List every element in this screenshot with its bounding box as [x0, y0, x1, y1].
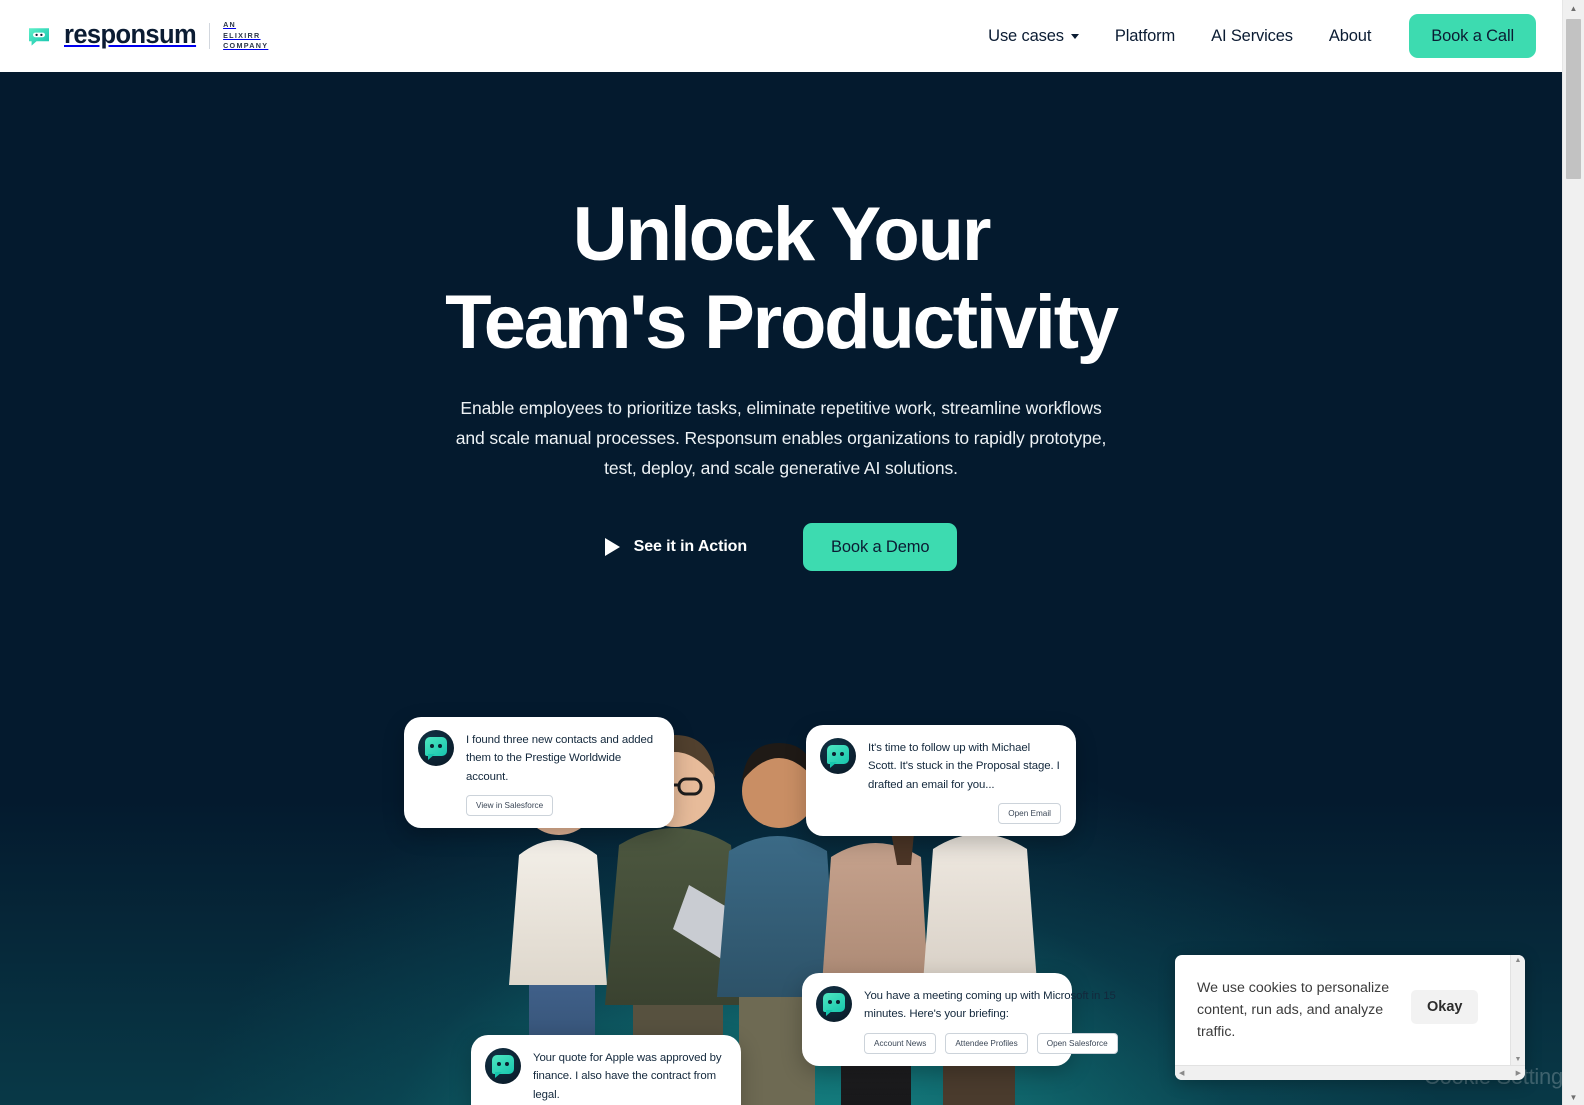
nav-label-ai-services: AI Services: [1211, 26, 1293, 45]
bot-avatar-icon: [418, 730, 454, 766]
cookie-banner-vertical-scrollbar[interactable]: ▲ ▼: [1510, 955, 1525, 1065]
nav-item-use-cases[interactable]: Use cases: [970, 27, 1097, 46]
cookie-banner-horizontal-scrollbar[interactable]: ◀ ▶: [1175, 1065, 1525, 1080]
logo-tagline-line-2: ELIXIRR: [223, 30, 261, 40]
scroll-left-icon: ◀: [1179, 1069, 1185, 1077]
scrollbar-down-arrow-icon[interactable]: ▼: [1563, 1089, 1584, 1105]
nav-item-ai-services[interactable]: AI Services: [1193, 27, 1311, 46]
logo-wordmark: responsum: [64, 21, 197, 50]
logo-tagline: AN ELIXIRR COMPANY: [223, 20, 268, 51]
logo-tagline-line-1: AN: [223, 20, 237, 30]
hero-title-line-1: Unlock Your: [572, 192, 992, 277]
chat-card-contacts: I found three new contacts and added the…: [404, 717, 674, 829]
nav-item-platform[interactable]: Platform: [1097, 27, 1193, 46]
scroll-up-icon: ▲: [1514, 957, 1522, 964]
hero-actions: See it in Action Book a Demo: [0, 523, 1562, 572]
attendee-profiles-button[interactable]: Attendee Profiles: [945, 1032, 1028, 1054]
hero-title-line-2: Team's Productivity: [445, 280, 1119, 365]
page-title: Unlock Your Team's Productivity: [0, 197, 1562, 361]
cookie-accept-button[interactable]: Okay: [1411, 990, 1479, 1024]
nav-label-use-cases: Use cases: [988, 26, 1064, 45]
cookie-consent-banner: We use cookies to personalize content, r…: [1175, 955, 1525, 1080]
account-news-button[interactable]: Account News: [864, 1032, 937, 1054]
scrollbar-up-arrow-icon[interactable]: ▲: [1563, 0, 1584, 16]
view-in-salesforce-button[interactable]: View in Salesforce: [466, 795, 554, 817]
open-email-button[interactable]: Open Email: [998, 803, 1061, 825]
chevron-down-icon: [1070, 33, 1079, 39]
chat-card-quote: Your quote for Apple was approved by fin…: [471, 1035, 741, 1105]
chat-card-body: It's time to follow up with Michael Scot…: [868, 738, 1061, 825]
logo-divider: [209, 23, 211, 49]
chat-card-body: Your quote for Apple was approved by fin…: [533, 1048, 726, 1105]
bot-avatar-icon: [485, 1048, 521, 1084]
chat-bubble-robot-icon: [27, 24, 51, 48]
cookie-message: We use cookies to personalize content, r…: [1197, 980, 1390, 1041]
chat-card-body: You have a meeting coming up with Micros…: [864, 986, 1118, 1054]
book-a-demo-button[interactable]: Book a Demo: [803, 523, 958, 572]
chat-card-meeting: You have a meeting coming up with Micros…: [802, 973, 1118, 1066]
cookie-banner-content: We use cookies to personalize content, r…: [1175, 955, 1525, 1055]
page-viewport: responsum AN ELIXIRR COMPANY Use cases P…: [0, 0, 1562, 1105]
nav-label-about: About: [1328, 26, 1372, 45]
scroll-right-icon: ▶: [1515, 1069, 1521, 1077]
hero-subtitle: Enable employees to prioritize tasks, el…: [455, 398, 1107, 479]
see-it-in-action-link[interactable]: See it in Action: [604, 538, 748, 557]
scrollbar-thumb[interactable]: [1566, 19, 1581, 179]
see-it-in-action-label: See it in Action: [633, 538, 748, 556]
chat-card-followup: It's time to follow up with Michael Scot…: [806, 725, 1076, 837]
chat-card-text: Your quote for Apple was approved by fin…: [533, 1052, 722, 1101]
open-salesforce-button[interactable]: Open Salesforce: [1036, 1032, 1118, 1054]
chat-card-body: I found three new contacts and added the…: [466, 730, 659, 817]
scroll-down-icon: ▼: [1514, 1056, 1522, 1063]
nav-label-platform: Platform: [1114, 26, 1176, 45]
bot-avatar-icon: [820, 738, 856, 774]
site-header: responsum AN ELIXIRR COMPANY Use cases P…: [0, 0, 1562, 72]
nav-item-about[interactable]: About: [1311, 27, 1389, 46]
chat-card-text: You have a meeting coming up with Micros…: [864, 990, 1116, 1021]
main-navigation: Use cases Platform AI Services About Boo…: [970, 14, 1562, 58]
hero-content: Unlock Your Team's Productivity Enable e…: [0, 197, 1562, 572]
browser-scrollbar[interactable]: ▲ ▼: [1562, 0, 1584, 1105]
hero-section: Unlock Your Team's Productivity Enable e…: [0, 72, 1562, 1105]
chat-card-actions: View in Salesforce: [466, 795, 659, 817]
play-icon: [604, 538, 620, 557]
bot-avatar-icon: [816, 986, 852, 1022]
chat-card-actions: Account News Attendee Profiles Open Sale…: [864, 1032, 1118, 1054]
chat-card-text: It's time to follow up with Michael Scot…: [868, 742, 1060, 791]
logo-tagline-line-3: COMPANY: [223, 41, 269, 51]
book-a-call-button[interactable]: Book a Call: [1409, 14, 1536, 58]
chat-card-actions: Open Email: [868, 803, 1061, 825]
chat-card-text: I found three new contacts and added the…: [466, 734, 654, 783]
logo-link[interactable]: responsum AN ELIXIRR COMPANY: [27, 20, 268, 51]
